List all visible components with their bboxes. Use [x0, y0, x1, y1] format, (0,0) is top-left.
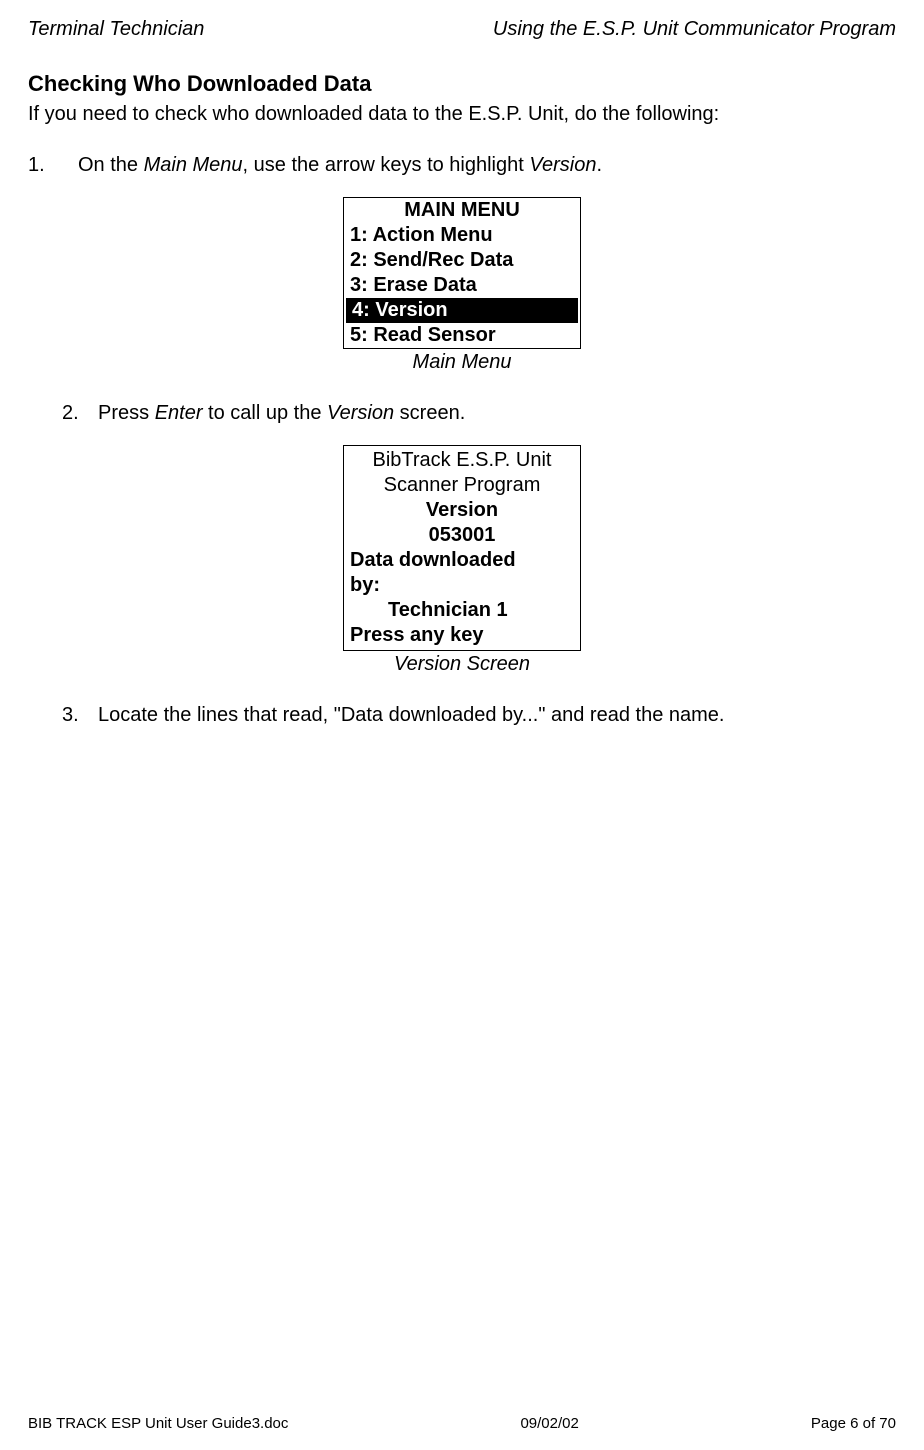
main-menu-item-3: 3: Erase Data: [344, 273, 580, 298]
version-line-8: Press any key: [350, 623, 574, 648]
footer-left: BIB TRACK ESP Unit User Guide3.doc: [28, 1415, 288, 1432]
version-line-7: Technician 1: [350, 598, 574, 623]
version-screen-caption: Version Screen: [28, 653, 896, 676]
version-line-2: Scanner Program: [350, 473, 574, 498]
main-menu-figure: MAIN MENU 1: Action Menu 2: Send/Rec Dat…: [343, 197, 581, 349]
intro-text: If you need to check who downloaded data…: [28, 103, 896, 126]
step-2-text: Press Enter to call up the Version scree…: [98, 402, 465, 425]
step-2: 2. Press Enter to call up the Version sc…: [62, 402, 896, 425]
steps-list: 2. Press Enter to call up the Version sc…: [28, 402, 896, 425]
step-3: 3. Locate the lines that read, "Data dow…: [62, 704, 896, 727]
version-screen-figure: BibTrack E.S.P. Unit Scanner Program Ver…: [343, 445, 581, 651]
step-1-text: On the Main Menu, use the arrow keys to …: [78, 154, 602, 177]
section-heading: Checking Who Downloaded Data: [28, 71, 896, 97]
main-menu-item-4-highlighted: 4: Version: [346, 298, 578, 323]
version-line-1: BibTrack E.S.P. Unit: [350, 448, 574, 473]
header-right: Using the E.S.P. Unit Communicator Progr…: [493, 18, 896, 41]
main-menu-title: MAIN MENU: [344, 198, 580, 223]
main-menu-item-5: 5: Read Sensor: [344, 323, 580, 348]
version-line-3: Version: [350, 498, 574, 523]
header-left: Terminal Technician: [28, 18, 204, 41]
version-line-4: 053001: [350, 523, 574, 548]
main-menu-item-1: 1: Action Menu: [344, 223, 580, 248]
step-3-text: Locate the lines that read, "Data downlo…: [98, 704, 724, 727]
step-2-number: 2.: [62, 402, 98, 425]
main-menu-item-2: 2: Send/Rec Data: [344, 248, 580, 273]
footer-center: 09/02/02: [520, 1415, 578, 1432]
steps-list-2: 3. Locate the lines that read, "Data dow…: [28, 704, 896, 727]
version-line-6: by:: [350, 573, 574, 598]
step-1: 1. On the Main Menu, use the arrow keys …: [28, 154, 896, 177]
version-line-5: Data downloaded: [350, 548, 574, 573]
step-1-number: 1.: [28, 154, 78, 177]
footer-right: Page 6 of 70: [811, 1415, 896, 1432]
main-menu-caption: Main Menu: [28, 351, 896, 374]
page-footer: BIB TRACK ESP Unit User Guide3.doc 09/02…: [28, 1415, 896, 1432]
step-3-number: 3.: [62, 704, 98, 727]
page-header: Terminal Technician Using the E.S.P. Uni…: [28, 18, 896, 41]
